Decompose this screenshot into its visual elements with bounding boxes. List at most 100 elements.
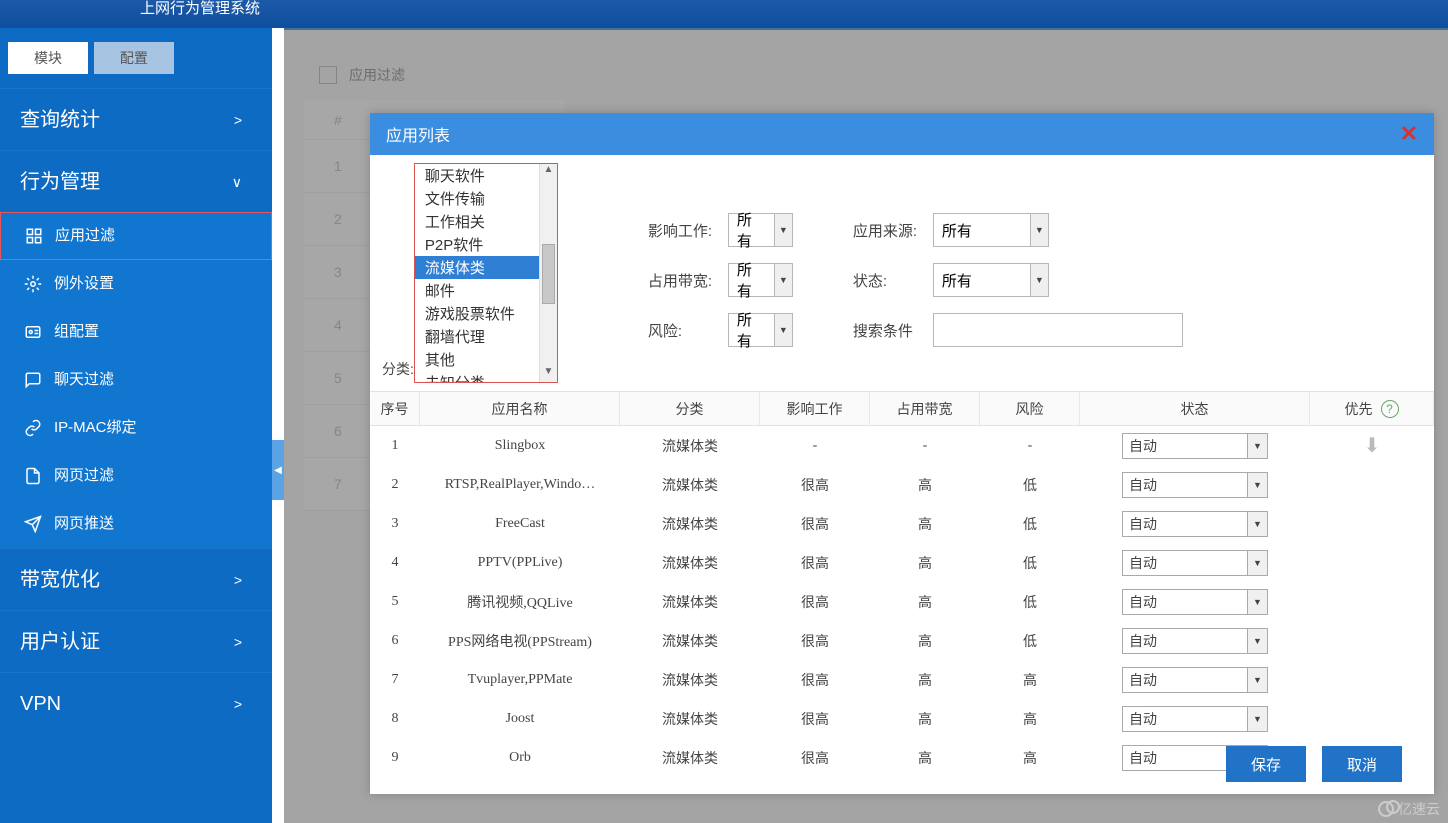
tab-module[interactable]: 模块 [8,42,88,74]
sidebar-item-3[interactable]: 聊天过滤 [0,356,272,404]
filter-source-select[interactable]: 所有▼ [933,213,1049,247]
cell-band: 高 [870,592,980,612]
table-row[interactable]: 5腾讯视频,QQLive流媒体类很高高低自动▼ [370,582,1434,621]
status-select[interactable]: 自动▼ [1122,667,1268,693]
chevron-down-icon: ▼ [1247,629,1267,653]
sidebar-item-4[interactable]: IP-MAC绑定 [0,404,272,452]
category-option[interactable]: 其他 [415,348,539,371]
watermark-text: 亿速云 [1398,799,1440,819]
sidebar-item-label: 例外设置 [54,260,114,308]
watermark: 亿速云 [1378,799,1440,819]
cell-risk: 高 [980,709,1080,729]
sidebar-item-5[interactable]: 网页过滤 [0,452,272,500]
cell-cat: 流媒体类 [620,553,760,573]
scroll-thumb[interactable] [542,244,555,304]
menu-head-2[interactable]: 带宽优化 > [0,548,272,610]
status-select[interactable]: 自动▼ [1122,589,1268,615]
cell-idx: 7 [370,672,420,688]
tab-config[interactable]: 配置 [94,42,174,74]
category-option[interactable]: 翻墙代理 [415,325,539,348]
category-option[interactable]: 文件传输 [415,187,539,210]
link-icon [22,417,44,439]
cell-stat: 自动▼ [1080,628,1310,654]
cancel-button[interactable]: 取消 [1322,746,1402,782]
filter-band-select[interactable]: 所有▼ [728,263,793,297]
app-title: 上网行为管理系统 [140,0,260,17]
cell-risk: - [980,438,1080,454]
chevron-down-icon: ▼ [774,214,792,246]
cell-cat: 流媒体类 [620,670,760,690]
menu-head-0[interactable]: 查询统计> [0,88,272,150]
sidebar-item-0[interactable]: 应用过滤 [0,212,272,260]
category-option[interactable]: P2P软件 [415,233,539,256]
table-row[interactable]: 4PPTV(PPLive)流媒体类很高高低自动▼ [370,543,1434,582]
cell-work: 很高 [760,631,870,651]
table-row[interactable]: 6PPS网络电视(PPStream)流媒体类很高高低自动▼ [370,621,1434,660]
filter-risk-select[interactable]: 所有▼ [728,313,793,347]
app-list-modal: 应用列表 ✕ 分类: 聊天软件文件传输工作相关P2P软件流媒体类邮件游戏股票软件… [370,113,1434,794]
grid-body[interactable]: 1Slingbox流媒体类---自动▼⬇2RTSP,RealPlayer,Win… [370,426,1434,786]
sidebar-item-label: 应用过滤 [55,212,115,260]
cell-stat: 自动▼ [1080,472,1310,498]
table-row[interactable]: 7Tvuplayer,PPMate流媒体类很高高高自动▼ [370,660,1434,699]
filter-area: 分类: 聊天软件文件传输工作相关P2P软件流媒体类邮件游戏股票软件翻墙代理其他未… [370,155,1434,391]
menu-head-1[interactable]: 行为管理∨ [0,150,272,212]
caret-icon: > [234,549,242,611]
cell-stat: 自动▼ [1080,589,1310,615]
cell-idx: 5 [370,594,420,610]
close-icon[interactable]: ✕ [1400,121,1418,147]
menu-head-4[interactable]: VPN> [0,672,272,734]
chevron-down-icon: ▼ [1247,551,1267,575]
cell-work: 很高 [760,748,870,768]
sidebar-collapser[interactable]: ◀ [272,440,284,500]
cell-idx: 9 [370,750,420,766]
table-row[interactable]: 2RTSP,RealPlayer,Windo…流媒体类很高高低自动▼ [370,465,1434,504]
category-option[interactable]: 流媒体类 [415,256,539,279]
filter-band-label: 占用带宽: [648,270,728,291]
status-select[interactable]: 自动▼ [1122,511,1268,537]
table-row[interactable]: 3FreeCast流媒体类很高高低自动▼ [370,504,1434,543]
status-select[interactable]: 自动▼ [1122,628,1268,654]
chevron-down-icon: ▼ [1030,264,1048,296]
category-scrollbar[interactable]: ▲ ▼ [539,164,557,382]
scroll-up-icon[interactable]: ▲ [540,164,557,180]
save-button[interactable]: 保存 [1226,746,1306,782]
cell-stat: 自动▼ [1080,433,1310,459]
category-label: 分类: [382,359,414,383]
table-row[interactable]: 8Joost流媒体类很高高高自动▼ [370,699,1434,738]
cell-cat: 流媒体类 [620,475,760,495]
priority-down-icon[interactable]: ⬇ [1364,433,1381,458]
filter-work-label: 影响工作: [648,220,728,241]
help-icon[interactable]: ? [1381,400,1399,418]
status-select[interactable]: 自动▼ [1122,433,1268,459]
cell-name: FreeCast [420,516,620,532]
category-option[interactable]: 聊天软件 [415,164,539,187]
sidebar-item-2[interactable]: 组配置 [0,308,272,356]
status-select[interactable]: 自动▼ [1122,550,1268,576]
status-select[interactable]: 自动▼ [1122,706,1268,732]
category-option[interactable]: 未知分类 [415,371,539,382]
cell-band: 高 [870,514,980,534]
cell-idx: 8 [370,711,420,727]
menu-head-label: 带宽优化 [20,569,100,591]
modal-title: 应用列表 [386,122,450,146]
category-option[interactable]: 工作相关 [415,210,539,233]
scroll-down-icon[interactable]: ▼ [540,366,557,382]
status-select[interactable]: 自动▼ [1122,472,1268,498]
sidebar-item-6[interactable]: 网页推送 [0,500,272,548]
chevron-down-icon: ▼ [774,264,792,296]
search-input[interactable] [933,313,1183,347]
category-option[interactable]: 邮件 [415,279,539,302]
menu-head-3[interactable]: 用户认证> [0,610,272,672]
cell-stat: 自动▼ [1080,511,1310,537]
menu-head-label: 行为管理 [20,171,100,193]
category-listbox[interactable]: 聊天软件文件传输工作相关P2P软件流媒体类邮件游戏股票软件翻墙代理其他未知分类 … [414,163,558,383]
filter-work-select[interactable]: 所有▼ [728,213,793,247]
category-option[interactable]: 游戏股票软件 [415,302,539,325]
table-row[interactable]: 1Slingbox流媒体类---自动▼⬇ [370,426,1434,465]
cell-cat: 流媒体类 [620,748,760,768]
cell-risk: 低 [980,553,1080,573]
sidebar-item-1[interactable]: 例外设置 [0,260,272,308]
chat-icon [22,369,44,391]
filter-status-select[interactable]: 所有▼ [933,263,1049,297]
